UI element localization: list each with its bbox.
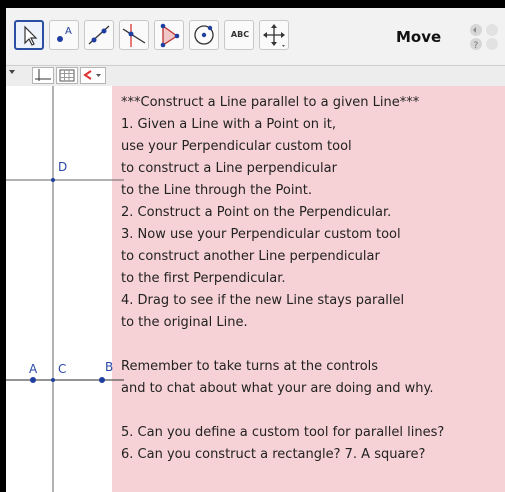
instruction-line: Remember to take turns at the controls — [121, 359, 379, 374]
move-tool-button[interactable] — [14, 20, 44, 50]
instruction-line: to the original Line. — [121, 315, 248, 330]
instruction-line: 3. Now use your Perpendicular custom too… — [121, 227, 401, 242]
undo-redo-area: ? — [468, 24, 505, 54]
perpendicular-tool-button[interactable] — [119, 20, 149, 50]
svg-text:?: ? — [474, 41, 479, 51]
point-C-label: C — [58, 362, 67, 376]
redo-icon[interactable] — [486, 24, 498, 36]
help-icon[interactable]: ? — [470, 38, 482, 51]
svg-text:A: A — [65, 26, 72, 37]
point-A[interactable] — [30, 377, 36, 383]
point-A-icon: A — [57, 26, 72, 42]
point-C[interactable] — [51, 378, 55, 382]
instruction-line: ***Construct a Line parallel to a given … — [121, 95, 420, 110]
instruction-line: to the first Perpendicular. — [121, 271, 286, 286]
point-B-label: B — [105, 360, 114, 374]
collapse-arrow-icon[interactable] — [8, 67, 20, 85]
line-through-points-icon — [88, 25, 110, 45]
grid-toggle-button[interactable] — [56, 67, 78, 84]
point-B[interactable] — [99, 377, 105, 383]
toolbar: A ABC Move ? — [6, 8, 505, 64]
style-bar — [6, 65, 505, 87]
grid-toggle-icon — [59, 69, 75, 82]
circle-center-point-icon — [194, 25, 214, 45]
instruction-line: to construct a Line perpendicular — [121, 161, 337, 176]
line-tool-button[interactable] — [84, 20, 114, 50]
point-D-label: D — [58, 160, 68, 174]
move-view-tool-button[interactable] — [259, 20, 289, 50]
point-A-label: A — [29, 362, 38, 376]
text-tool-button[interactable]: ABC — [224, 20, 254, 50]
instruction-line: to construct another Line perpendicular — [121, 249, 380, 264]
arrow-cursor-icon — [24, 25, 38, 46]
point-D[interactable] — [51, 178, 55, 182]
axes-toggle-icon — [35, 69, 51, 81]
instruction-line: to the Line through the Point. — [121, 183, 312, 198]
instruction-line: use your Perpendicular custom tool — [121, 139, 352, 154]
instruction-line: 2. Construct a Point on the Perpendicula… — [121, 205, 392, 220]
axes-toggle-button[interactable] — [32, 67, 54, 84]
color-dropdown-button[interactable] — [80, 67, 106, 84]
tool-mode-label: Move — [396, 28, 442, 46]
instruction-line: 6. Can you construct a rectangle? 7. A s… — [121, 447, 426, 462]
instruction-line: 5. Can you define a custom tool for para… — [121, 425, 445, 440]
construction-drawing — [6, 86, 124, 492]
polygon-icon — [160, 23, 180, 48]
instruction-line: 1. Given a Line with a Point on it, — [121, 117, 336, 132]
color-dropdown-icon — [83, 70, 101, 80]
polygon-tool-button[interactable] — [154, 20, 184, 50]
instruction-line: and to chat about what your are doing an… — [121, 381, 434, 396]
circle-tool-button[interactable] — [189, 20, 219, 50]
graphics-view[interactable]: D A C B ***Construct a Line parallel to … — [6, 86, 505, 492]
perpendicular-line-icon — [122, 24, 146, 47]
move-graphics-view-icon — [263, 24, 285, 47]
abc-text-icon: ABC — [230, 30, 250, 39]
geogebra-window: A ABC Move ? D A C B ***Construct a Line… — [6, 8, 505, 492]
undo-icon[interactable] — [470, 24, 482, 36]
point-tool-button[interactable]: A — [49, 20, 79, 50]
settings-icon[interactable] — [486, 38, 498, 50]
instruction-line: 4. Drag to see if the new Line stays par… — [121, 293, 405, 308]
